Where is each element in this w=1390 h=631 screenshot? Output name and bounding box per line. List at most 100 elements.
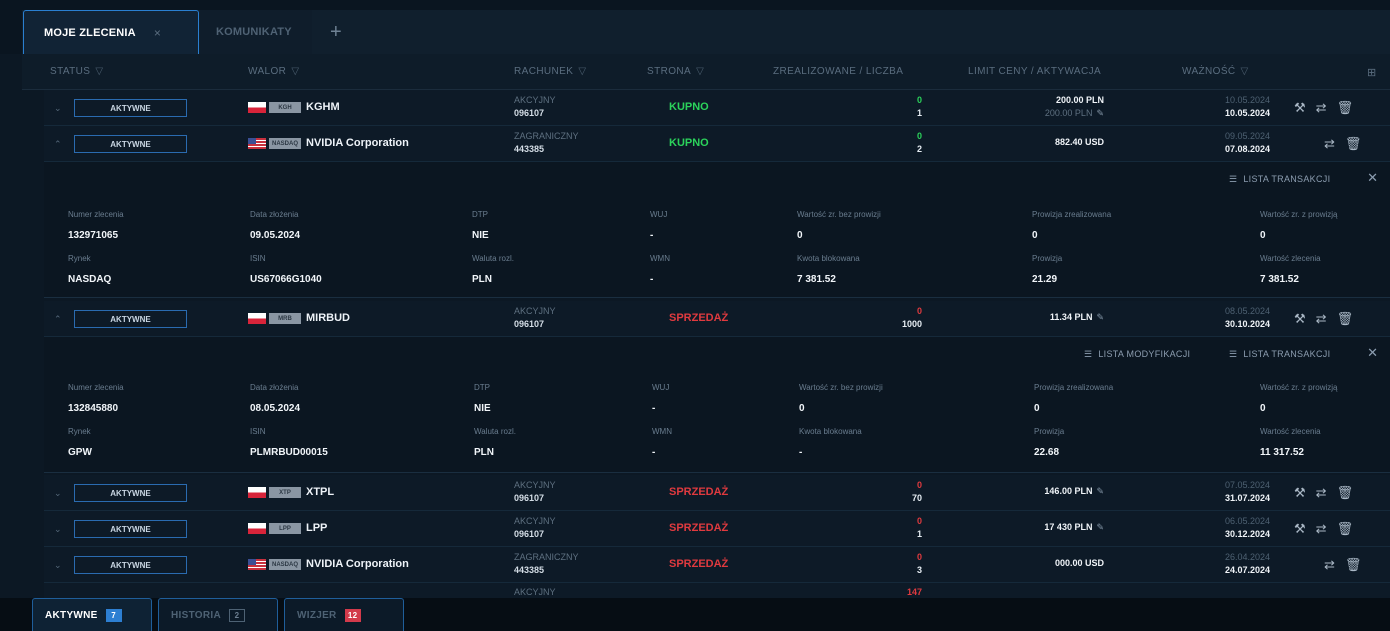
wrench-icon[interactable]: ⚒ [1294, 521, 1316, 536]
side-label: SPRZEDAŻ [669, 486, 729, 498]
trash-icon[interactable]: 🗑 [1337, 521, 1364, 536]
table-row[interactable]: ⌄ AKTYWNE NASDAQ NVIDIA Corporation ZAGR… [44, 547, 1390, 583]
modifications-list-button[interactable]: ☰ LISTA MODYFIKACJI [1084, 349, 1190, 360]
account-cell: ZAGRANICZNY 443385 [514, 130, 579, 156]
pencil-icon[interactable]: ✎ [1096, 311, 1104, 324]
detail-value: 0 [1034, 403, 1040, 414]
replace-icon[interactable]: ⇄ [1316, 311, 1337, 326]
chevron-up-icon[interactable]: ⌃ [54, 139, 62, 150]
detail-label: Wartość zr. bez prowizji [797, 210, 881, 219]
market-badge: NASDAQ [269, 138, 301, 149]
table-row[interactable]: ⌃ AKTYWNE MRB MIRBUD AKCYJNY 096107 SPRZE… [44, 301, 1390, 337]
tab-label: WIZJER [297, 609, 337, 621]
close-icon[interactable]: ✕ [1367, 345, 1378, 361]
account-cell: AKCYJNY 096107 [514, 305, 556, 331]
trash-icon[interactable]: 🗑 [1337, 485, 1364, 500]
pencil-icon[interactable]: ✎ [1096, 521, 1104, 534]
valid-from: 09.05.2024 [1224, 131, 1270, 141]
instrument-name[interactable]: NVIDIA Corporation [306, 137, 409, 149]
validity-cell: 07.05.2024 31.07.2024 [1164, 479, 1270, 505]
table-row[interactable]: ⌄ AKTYWNE KGH KGHM AKCYJNY 096107 KUPNO 0… [44, 90, 1390, 126]
close-icon[interactable]: ✕ [1367, 170, 1378, 186]
chevron-up-icon[interactable]: ⌃ [54, 314, 62, 325]
replace-icon[interactable]: ⇄ [1324, 557, 1345, 572]
tab-wizjer[interactable]: WIZJER 12 [284, 598, 404, 631]
filter-icon[interactable]: ▽ [578, 66, 586, 77]
instrument-name[interactable]: NVIDIA Corporation [306, 558, 409, 570]
pencil-icon[interactable]: ✎ [1096, 485, 1104, 498]
realized-count: 0 [916, 306, 922, 316]
limit-price: 17 430 PLN [1044, 522, 1093, 532]
button-label: LISTA MODYFIKACJI [1098, 349, 1191, 359]
wrench-icon[interactable]: ⚒ [1294, 100, 1316, 115]
account-number: 443385 [514, 144, 545, 154]
instrument-name[interactable]: KGHM [306, 101, 340, 113]
account-cell: AKCYJNY 096107 [514, 94, 556, 120]
flag-pl-icon [248, 313, 266, 324]
side-label: SPRZEDAŻ [669, 522, 729, 534]
table-row[interactable]: ⌄ AKTYWNE LPP LPP AKCYJNY 096107 SPRZEDAŻ… [44, 511, 1390, 547]
replace-icon[interactable]: ⇄ [1316, 521, 1337, 536]
trash-icon[interactable]: 🗑 [1337, 100, 1364, 115]
detail-label: Prowizja [1032, 254, 1063, 263]
limit-cell: 11.34 PLN ✎ [994, 311, 1104, 324]
validity-cell: 10.05.2024 10.05.2024 [1164, 94, 1270, 120]
trash-icon[interactable]: 🗑 [1345, 557, 1372, 572]
tab-aktywne[interactable]: AKTYWNE 7 [32, 598, 152, 631]
detail-value: GPW [68, 447, 92, 458]
tab-komunikaty[interactable]: KOMUNIKATY [200, 10, 312, 54]
account-number: 096107 [514, 319, 545, 329]
detail-label: Kwota blokowana [799, 427, 862, 436]
instrument-name[interactable]: XTPL [306, 486, 334, 498]
filter-icon[interactable]: ▽ [696, 66, 704, 77]
pencil-icon[interactable]: ✎ [1096, 107, 1104, 120]
detail-label: Wartość zr. bez prowizji [799, 383, 883, 392]
account-type: AKCYJNY [514, 95, 556, 105]
wrench-icon[interactable]: ⚒ [1294, 485, 1316, 500]
columns-icon[interactable]: ⊞ [1367, 66, 1377, 79]
detail-value: - [652, 447, 656, 458]
trash-icon[interactable]: 🗑 [1345, 136, 1372, 151]
trash-icon[interactable]: 🗑 [1337, 311, 1364, 326]
order-quantity: 1 [916, 529, 922, 539]
detail-value: - [799, 447, 803, 458]
account-type: AKCYJNY [514, 516, 556, 526]
limit-price: 146.00 PLN [1044, 486, 1093, 496]
tab-moje-zlecenia[interactable]: MOJE ZLECENIA × [23, 10, 199, 54]
replace-icon[interactable]: ⇄ [1324, 136, 1345, 151]
column-status[interactable]: STATUS ▽ [50, 66, 103, 77]
transactions-list-button[interactable]: ☰ LISTA TRANSAKCJI [1229, 174, 1330, 185]
detail-label: DTP [474, 383, 490, 392]
transactions-list-button[interactable]: ☰ LISTA TRANSAKCJI [1229, 349, 1330, 360]
column-rachunek[interactable]: RACHUNEK ▽ [514, 66, 586, 77]
limit-cell: 17 430 PLN ✎ [994, 521, 1104, 534]
chevron-down-icon[interactable]: ⌄ [54, 103, 62, 114]
replace-icon[interactable]: ⇄ [1316, 100, 1337, 115]
detail-label: Waluta rozl. [472, 254, 514, 263]
flag-pl-icon [248, 102, 266, 113]
realized-count: 0 [916, 95, 922, 105]
account-type: AKCYJNY [514, 587, 556, 597]
filter-icon[interactable]: ▽ [95, 66, 103, 77]
count-badge: 12 [344, 608, 361, 622]
wrench-icon[interactable]: ⚒ [1294, 311, 1316, 326]
column-walor[interactable]: WALOR ▽ [248, 66, 299, 77]
account-type: ZAGRANICZNY [514, 131, 579, 141]
replace-icon[interactable]: ⇄ [1316, 485, 1337, 500]
close-icon[interactable]: × [154, 26, 161, 40]
tab-historia[interactable]: HISTORIA 2 [158, 598, 278, 631]
chevron-down-icon[interactable]: ⌄ [54, 488, 62, 499]
chevron-down-icon[interactable]: ⌄ [54, 560, 62, 571]
filter-icon[interactable]: ▽ [291, 66, 299, 77]
realized-count: 0 [916, 480, 922, 490]
instrument-name[interactable]: LPP [306, 522, 327, 534]
add-tab-button[interactable]: + [330, 10, 370, 54]
instrument-name[interactable]: MIRBUD [306, 312, 350, 324]
chevron-down-icon[interactable]: ⌄ [54, 524, 62, 535]
filter-icon[interactable]: ▽ [1241, 66, 1249, 77]
column-strona[interactable]: STRONA ▽ [647, 66, 704, 77]
column-waznosc[interactable]: WAŻNOŚĆ ▽ [1182, 66, 1249, 77]
table-row[interactable]: ⌄ AKTYWNE XTP XTPL AKCYJNY 096107 SPRZEDA… [44, 475, 1390, 511]
account-type: AKCYJNY [514, 480, 556, 490]
table-row[interactable]: ⌃ AKTYWNE NASDAQ NVIDIA Corporation ZAGR… [44, 126, 1390, 162]
